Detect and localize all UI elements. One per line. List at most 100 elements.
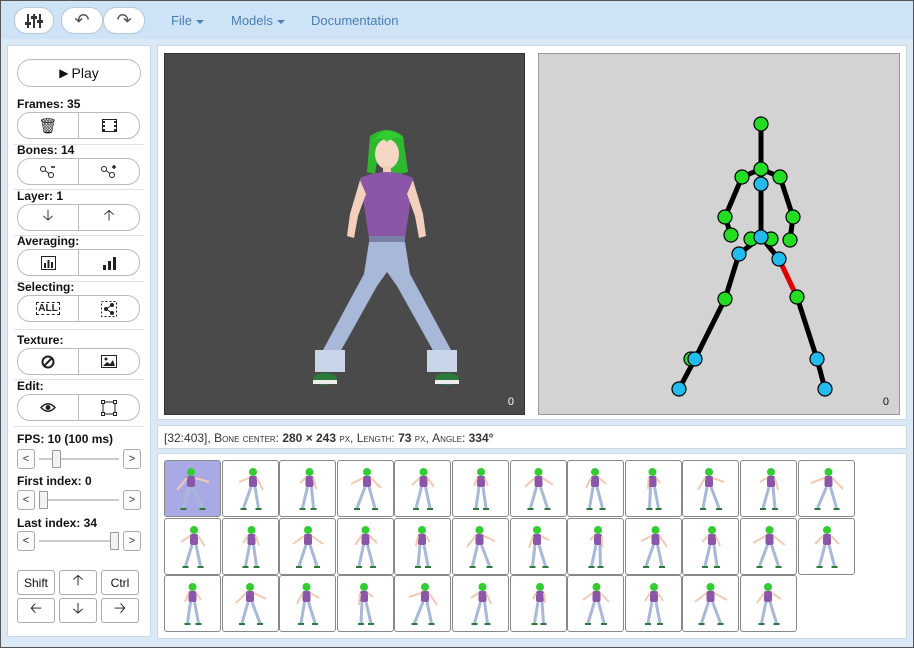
right-key-button[interactable]: 🡢 xyxy=(101,598,139,623)
frame-thumbnail[interactable] xyxy=(394,460,452,517)
unit-px: px xyxy=(414,431,426,445)
fps-decrease-button[interactable]: < xyxy=(17,449,35,469)
ctrl-key-button[interactable]: Ctrl xyxy=(101,570,139,595)
frame-thumbnail[interactable] xyxy=(452,460,509,517)
first-index-slider-thumb[interactable] xyxy=(39,491,48,509)
fps-increase-button[interactable]: > xyxy=(123,449,141,469)
add-frame-button[interactable] xyxy=(78,113,139,138)
fps-slider[interactable]: < > xyxy=(17,449,141,469)
frame-thumbnail[interactable] xyxy=(279,517,337,575)
layer-up-button[interactable]: 🡡 xyxy=(78,205,139,230)
select-all-button[interactable]: ALL xyxy=(18,296,78,321)
first-index-slider[interactable]: < > xyxy=(17,490,141,510)
frame-thumbnail[interactable] xyxy=(797,460,855,517)
pose-figure xyxy=(415,525,432,568)
frame-thumbnail[interactable] xyxy=(624,517,682,575)
left-key-button[interactable]: 🡠 xyxy=(17,598,55,623)
frame-thumbnail[interactable] xyxy=(279,460,337,517)
frame-thumbnail[interactable] xyxy=(221,460,279,517)
frame-thumbnail[interactable] xyxy=(567,517,625,575)
frame-thumbnail[interactable] xyxy=(394,575,452,633)
frame-thumbnail[interactable] xyxy=(221,517,279,575)
image-icon xyxy=(101,355,117,368)
frame-thumbnail[interactable] xyxy=(567,575,625,633)
bone-remove-icon xyxy=(40,165,55,178)
frame-thumbnail[interactable] xyxy=(682,517,740,575)
transform-mode-button[interactable] xyxy=(78,395,139,420)
frame-thumbnail[interactable] xyxy=(279,575,337,633)
pose-figure xyxy=(466,525,496,568)
fps-slider-thumb[interactable] xyxy=(51,450,61,468)
frame-thumbnail[interactable] xyxy=(164,517,221,575)
up-key-button[interactable]: 🡡 xyxy=(59,570,97,595)
frame-thumbnail[interactable] xyxy=(452,575,509,633)
frame-thumbnail[interactable] xyxy=(164,575,221,633)
average-all-button[interactable] xyxy=(18,250,78,275)
first-index-decrease-button[interactable]: < xyxy=(17,490,35,510)
frame-thumbnail[interactable] xyxy=(682,575,740,633)
selecting-buttons: ALL xyxy=(17,295,140,322)
averaging-label: Averaging: xyxy=(17,234,80,248)
average-ramp-button[interactable] xyxy=(78,250,139,275)
frame-thumbnail[interactable] xyxy=(624,460,682,517)
pose-figure xyxy=(694,583,728,626)
menu-file[interactable]: File xyxy=(171,13,204,28)
frame-thumbnail[interactable] xyxy=(221,575,279,633)
frame-thumbnail[interactable] xyxy=(567,460,625,517)
remove-bone-button[interactable] xyxy=(18,159,78,184)
frame-thumbnail[interactable] xyxy=(624,575,682,633)
no-texture-button[interactable] xyxy=(18,349,78,374)
eye-icon xyxy=(40,403,56,412)
frame-thumbnail[interactable] xyxy=(797,517,855,575)
menu-documentation[interactable]: Documentation xyxy=(311,13,398,28)
add-bone-button[interactable] xyxy=(78,159,139,184)
arrow-left-icon: 🡠 xyxy=(29,600,43,617)
frame-thumbnail[interactable] xyxy=(336,460,394,517)
undo-button[interactable]: ↶ xyxy=(61,7,103,34)
frame-thumbnail[interactable] xyxy=(682,460,740,517)
frame-thumbnail[interactable] xyxy=(336,517,394,575)
frame-thumbnail[interactable] xyxy=(164,460,221,517)
frame-thumbnail[interactable] xyxy=(740,460,797,517)
slider-track xyxy=(39,499,119,501)
frame-thumbnail[interactable] xyxy=(740,517,797,575)
down-key-button[interactable]: 🡣 xyxy=(59,598,97,623)
redo-button[interactable]: ↷ xyxy=(103,7,145,34)
delete-frame-button[interactable]: 🗑 xyxy=(18,113,78,138)
film-icon xyxy=(101,119,117,132)
frames-buttons: 🗑 xyxy=(17,112,140,139)
tools-button[interactable] xyxy=(14,7,54,34)
character-model xyxy=(313,130,459,385)
last-index-slider-thumb[interactable] xyxy=(110,532,119,550)
last-index-slider[interactable]: < > xyxy=(17,531,141,551)
pose-figure xyxy=(234,583,267,626)
frame-thumbnail[interactable] xyxy=(336,575,394,633)
image-texture-button[interactable] xyxy=(78,349,139,374)
layer-down-button[interactable]: 🡣 xyxy=(18,205,78,230)
divider xyxy=(14,329,144,330)
frame-thumbnail[interactable] xyxy=(509,460,567,517)
play-button[interactable]: ▶ Play xyxy=(17,59,141,87)
frame-thumbnail[interactable] xyxy=(452,517,509,575)
arrow-up-icon: 🡡 xyxy=(72,572,84,589)
skeleton-viewport[interactable]: 0 xyxy=(538,53,900,415)
frame-thumbnail[interactable] xyxy=(509,517,567,575)
frame-thumbnail[interactable] xyxy=(509,575,567,633)
last-index-increase-button[interactable]: > xyxy=(123,531,141,551)
texture-label: Texture: xyxy=(17,333,64,347)
last-index-label: Last index: 34 xyxy=(17,516,98,530)
arrow-down-icon: 🡣 xyxy=(72,600,84,617)
pose-figure xyxy=(752,525,786,568)
model-viewport[interactable]: 0 xyxy=(164,53,525,415)
shift-key-button[interactable]: Shift xyxy=(17,570,55,595)
ban-icon xyxy=(41,355,55,368)
frame-thumbnail[interactable] xyxy=(740,575,797,633)
frame-thumbnail[interactable] xyxy=(394,517,452,575)
view-mode-button[interactable] xyxy=(18,395,78,420)
menu-models[interactable]: Models xyxy=(231,13,285,28)
first-index-increase-button[interactable]: > xyxy=(123,490,141,510)
separator: , xyxy=(425,431,429,445)
select-connected-button[interactable] xyxy=(78,296,139,321)
last-index-decrease-button[interactable]: < xyxy=(17,531,35,551)
pose-figure xyxy=(241,525,260,568)
